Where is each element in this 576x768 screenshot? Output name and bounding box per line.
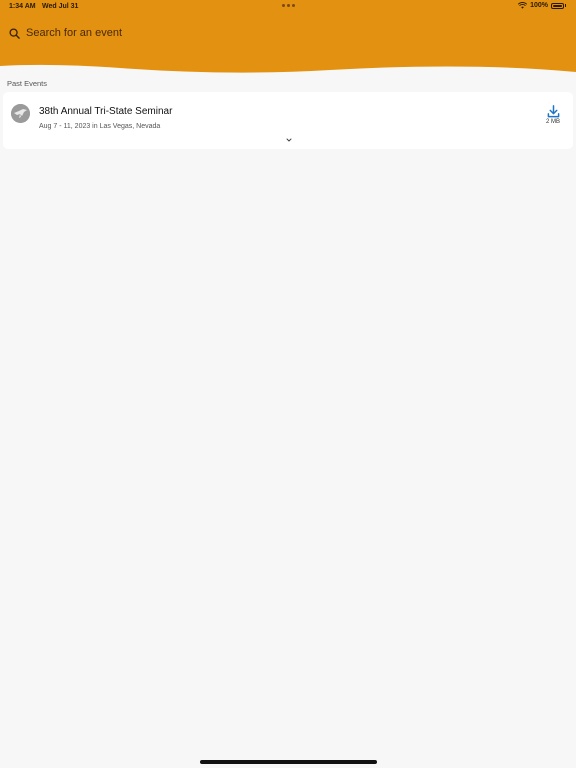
download-size: 2 MB — [545, 119, 560, 125]
status-right: 100% — [518, 2, 566, 9]
battery-percent: 100% — [530, 2, 548, 9]
app-screen: 1:34 AM Wed Jul 31 100% Search for an ev… — [0, 0, 576, 768]
battery-icon — [551, 2, 564, 9]
event-subtitle: Aug 7 - 11, 2023 in Las Vegas, Nevada — [39, 123, 161, 130]
event-title: 38th Annual Tri-State Seminar — [39, 106, 173, 117]
chevron-down-icon[interactable] — [285, 137, 293, 143]
search-input[interactable]: Search for an event — [26, 27, 122, 39]
status-time: 1:34 AM — [9, 3, 36, 10]
download-button[interactable]: 2 MB — [543, 105, 563, 127]
search-bar[interactable]: Search for an event — [9, 25, 122, 41]
status-bar: 1:34 AM Wed Jul 31 100% — [0, 0, 576, 14]
home-indicator[interactable] — [200, 760, 377, 764]
download-icon — [547, 105, 559, 118]
status-date: Wed Jul 31 — [42, 3, 79, 10]
search-icon — [9, 27, 20, 39]
event-card[interactable]: 38th Annual Tri-State Seminar Aug 7 - 11… — [3, 92, 573, 149]
section-title-past-events: Past Events — [7, 79, 48, 88]
multitasking-dots[interactable] — [282, 4, 295, 7]
event-logo-icon — [11, 104, 30, 123]
wifi-icon — [518, 2, 528, 9]
header: 1:34 AM Wed Jul 31 100% Search for an ev… — [0, 0, 576, 78]
